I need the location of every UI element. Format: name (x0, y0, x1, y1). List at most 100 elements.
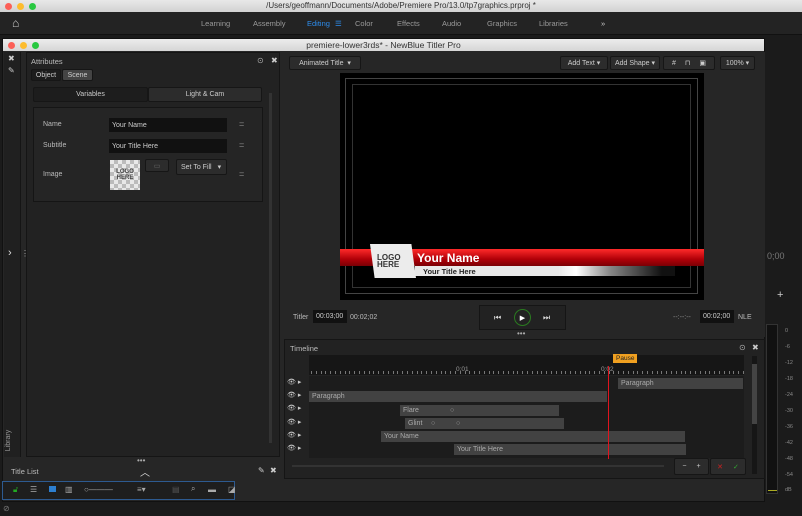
close-icon[interactable]: ✖ (8, 54, 15, 63)
ruler-tick (666, 371, 668, 374)
size-slider[interactable]: ○——— (84, 485, 113, 494)
workspace-editing[interactable]: Editing (307, 19, 330, 28)
image-thumbnail[interactable]: LOGO HERE (110, 160, 140, 190)
cancel-icon[interactable]: ✕ (717, 463, 723, 471)
pin-icon[interactable]: ✎ (258, 466, 265, 475)
clip-your-title-here[interactable]: Your Title Here (454, 444, 686, 455)
clip-glint[interactable]: Glint (405, 418, 564, 429)
track-visibility-toggle[interactable]: 👁︎ ▸ (287, 431, 309, 442)
single-view-icon[interactable] (49, 486, 56, 492)
ruler-tick (503, 371, 504, 374)
safe-area-icon[interactable]: ▣ (699, 59, 706, 67)
scrollbar[interactable] (269, 93, 272, 443)
ruler-tick (435, 371, 437, 374)
close-icon[interactable]: ✖ (270, 466, 277, 475)
subtitle-field[interactable]: Your Title Here (109, 139, 227, 153)
workspace-color[interactable]: Color (355, 19, 373, 28)
splitter-handle[interactable]: ••• (517, 329, 525, 338)
close-window-button[interactable] (5, 3, 12, 10)
playhead[interactable] (608, 366, 609, 459)
add-button[interactable]: + (777, 289, 783, 301)
preview-name-text[interactable]: Your Name (417, 251, 479, 265)
workspace-menu-icon[interactable]: ☰ (335, 19, 342, 28)
track-visibility-toggle[interactable]: 👁︎ ▸ (287, 378, 309, 389)
browse-folder-button[interactable]: ▭ (145, 159, 169, 172)
grid-icon[interactable]: # (672, 60, 676, 67)
zoom-dropdown[interactable]: 100% ▾ (720, 56, 755, 70)
multi-view-icon[interactable]: ▥ (65, 485, 73, 494)
search-icon[interactable]: ⌕ (191, 484, 195, 494)
library-tab[interactable]: Library (5, 430, 12, 451)
titler-duration-field[interactable]: 00:03;00 (313, 310, 347, 323)
keyframe-icon[interactable]: ○ (450, 407, 454, 414)
workspace-graphics[interactable]: Graphics (487, 19, 517, 28)
timeline-vscrollbar[interactable] (752, 356, 757, 474)
tab-scene[interactable]: Scene (62, 69, 93, 81)
timeline-hscrollbar[interactable] (292, 465, 664, 467)
add-text-button[interactable]: Add Text ▾ (560, 56, 608, 70)
list-view-icon[interactable]: ☰ (30, 485, 37, 494)
tab-object[interactable]: Object (31, 69, 61, 81)
home-icon[interactable]: ⌂ (12, 16, 19, 30)
expand-arrow-icon[interactable]: › (8, 247, 12, 259)
track-visibility-toggle[interactable]: 👁︎ ▸ (287, 444, 309, 455)
float-panel-icon[interactable]: ⊙ (257, 56, 264, 65)
workspace-libraries[interactable]: Libraries (539, 19, 568, 28)
clip-paragraph-1[interactable]: Paragraph (618, 378, 743, 389)
play-button[interactable]: ▶ (514, 309, 531, 326)
film-icon[interactable]: ▤ (172, 485, 180, 494)
float-panel-icon[interactable]: ⊙ (739, 343, 746, 352)
track-visibility-toggle[interactable]: 👁︎ ▸ (287, 404, 309, 415)
ruler-tick (565, 371, 567, 374)
animated-title-dropdown[interactable]: Animated Title ▾ (289, 56, 361, 70)
preview-subtitle-text[interactable]: Your Title Here (423, 267, 476, 276)
lock-icon[interactable]: 🔓︎ (13, 485, 18, 495)
zoom-in-button[interactable]: + (697, 463, 701, 470)
workspace-learning[interactable]: Learning (201, 19, 230, 28)
keyframe-icon[interactable]: ○ (431, 420, 435, 427)
skip-forward-icon[interactable]: ⏭︎ (543, 313, 550, 323)
drag-handle-icon[interactable]: = (239, 119, 244, 129)
link-icon[interactable]: ⊘ (3, 504, 10, 513)
workspace-assembly[interactable]: Assembly (253, 19, 286, 28)
keyframe-icon[interactable]: ○ (456, 420, 460, 427)
add-text-label: Add Text (567, 59, 595, 67)
folder-icon[interactable]: ▬ (208, 485, 216, 494)
workspace-effects[interactable]: Effects (397, 19, 420, 28)
drag-handle-icon[interactable]: = (239, 140, 244, 150)
zoom-window-button[interactable] (29, 3, 36, 10)
subtab-variables[interactable]: Variables (33, 87, 148, 102)
name-field[interactable]: Your Name (109, 118, 227, 132)
titler-zoom-button[interactable] (32, 42, 39, 49)
logo-placeholder[interactable]: LOGO HERE (370, 244, 416, 278)
track-visibility-toggle[interactable]: 👁︎ ▸ (287, 391, 309, 402)
pause-marker[interactable]: Pause (613, 354, 638, 363)
confirm-icon[interactable]: ✓ (733, 463, 739, 471)
drag-handle-icon[interactable]: = (239, 169, 244, 179)
more-workspaces-button[interactable]: » (601, 19, 605, 28)
clip-your-name[interactable]: Your Name (381, 431, 685, 442)
workspace-audio[interactable]: Audio (442, 19, 461, 28)
add-shape-button[interactable]: Add Shape ▾ (610, 56, 660, 70)
ruler-icon[interactable]: ⊓ (685, 59, 690, 67)
titler-minimize-button[interactable] (20, 42, 27, 49)
nle-duration-field[interactable]: 00:02;00 (700, 310, 734, 323)
fill-mode-dropdown[interactable]: Set To Fill ▾ (176, 159, 227, 175)
preview-canvas[interactable]: LOGO HERE Your Name Your Title Here (340, 73, 704, 300)
close-panel-icon[interactable]: ✖ (752, 343, 759, 352)
ruler-tick (479, 371, 480, 374)
chevron-up-icon[interactable]: ︿ (140, 464, 150, 479)
pin-icon[interactable]: ✎ (8, 66, 15, 75)
audio-meter (766, 324, 778, 494)
clip-flare[interactable]: Flare (400, 405, 559, 416)
zoom-out-button[interactable]: − (682, 463, 686, 470)
subtab-light-cam[interactable]: Light & Cam (148, 87, 262, 102)
titler-close-button[interactable] (8, 42, 15, 49)
skip-back-icon[interactable]: ⏮︎ (494, 313, 501, 323)
export-icon[interactable]: ◪ (228, 485, 236, 494)
minimize-window-button[interactable] (17, 3, 24, 10)
clip-paragraph-2[interactable]: Paragraph (309, 391, 607, 402)
close-panel-icon[interactable]: ✖ (271, 56, 278, 65)
sort-icon[interactable]: ≡▾ (137, 485, 146, 494)
track-visibility-toggle[interactable]: 👁︎ ▸ (287, 418, 309, 429)
